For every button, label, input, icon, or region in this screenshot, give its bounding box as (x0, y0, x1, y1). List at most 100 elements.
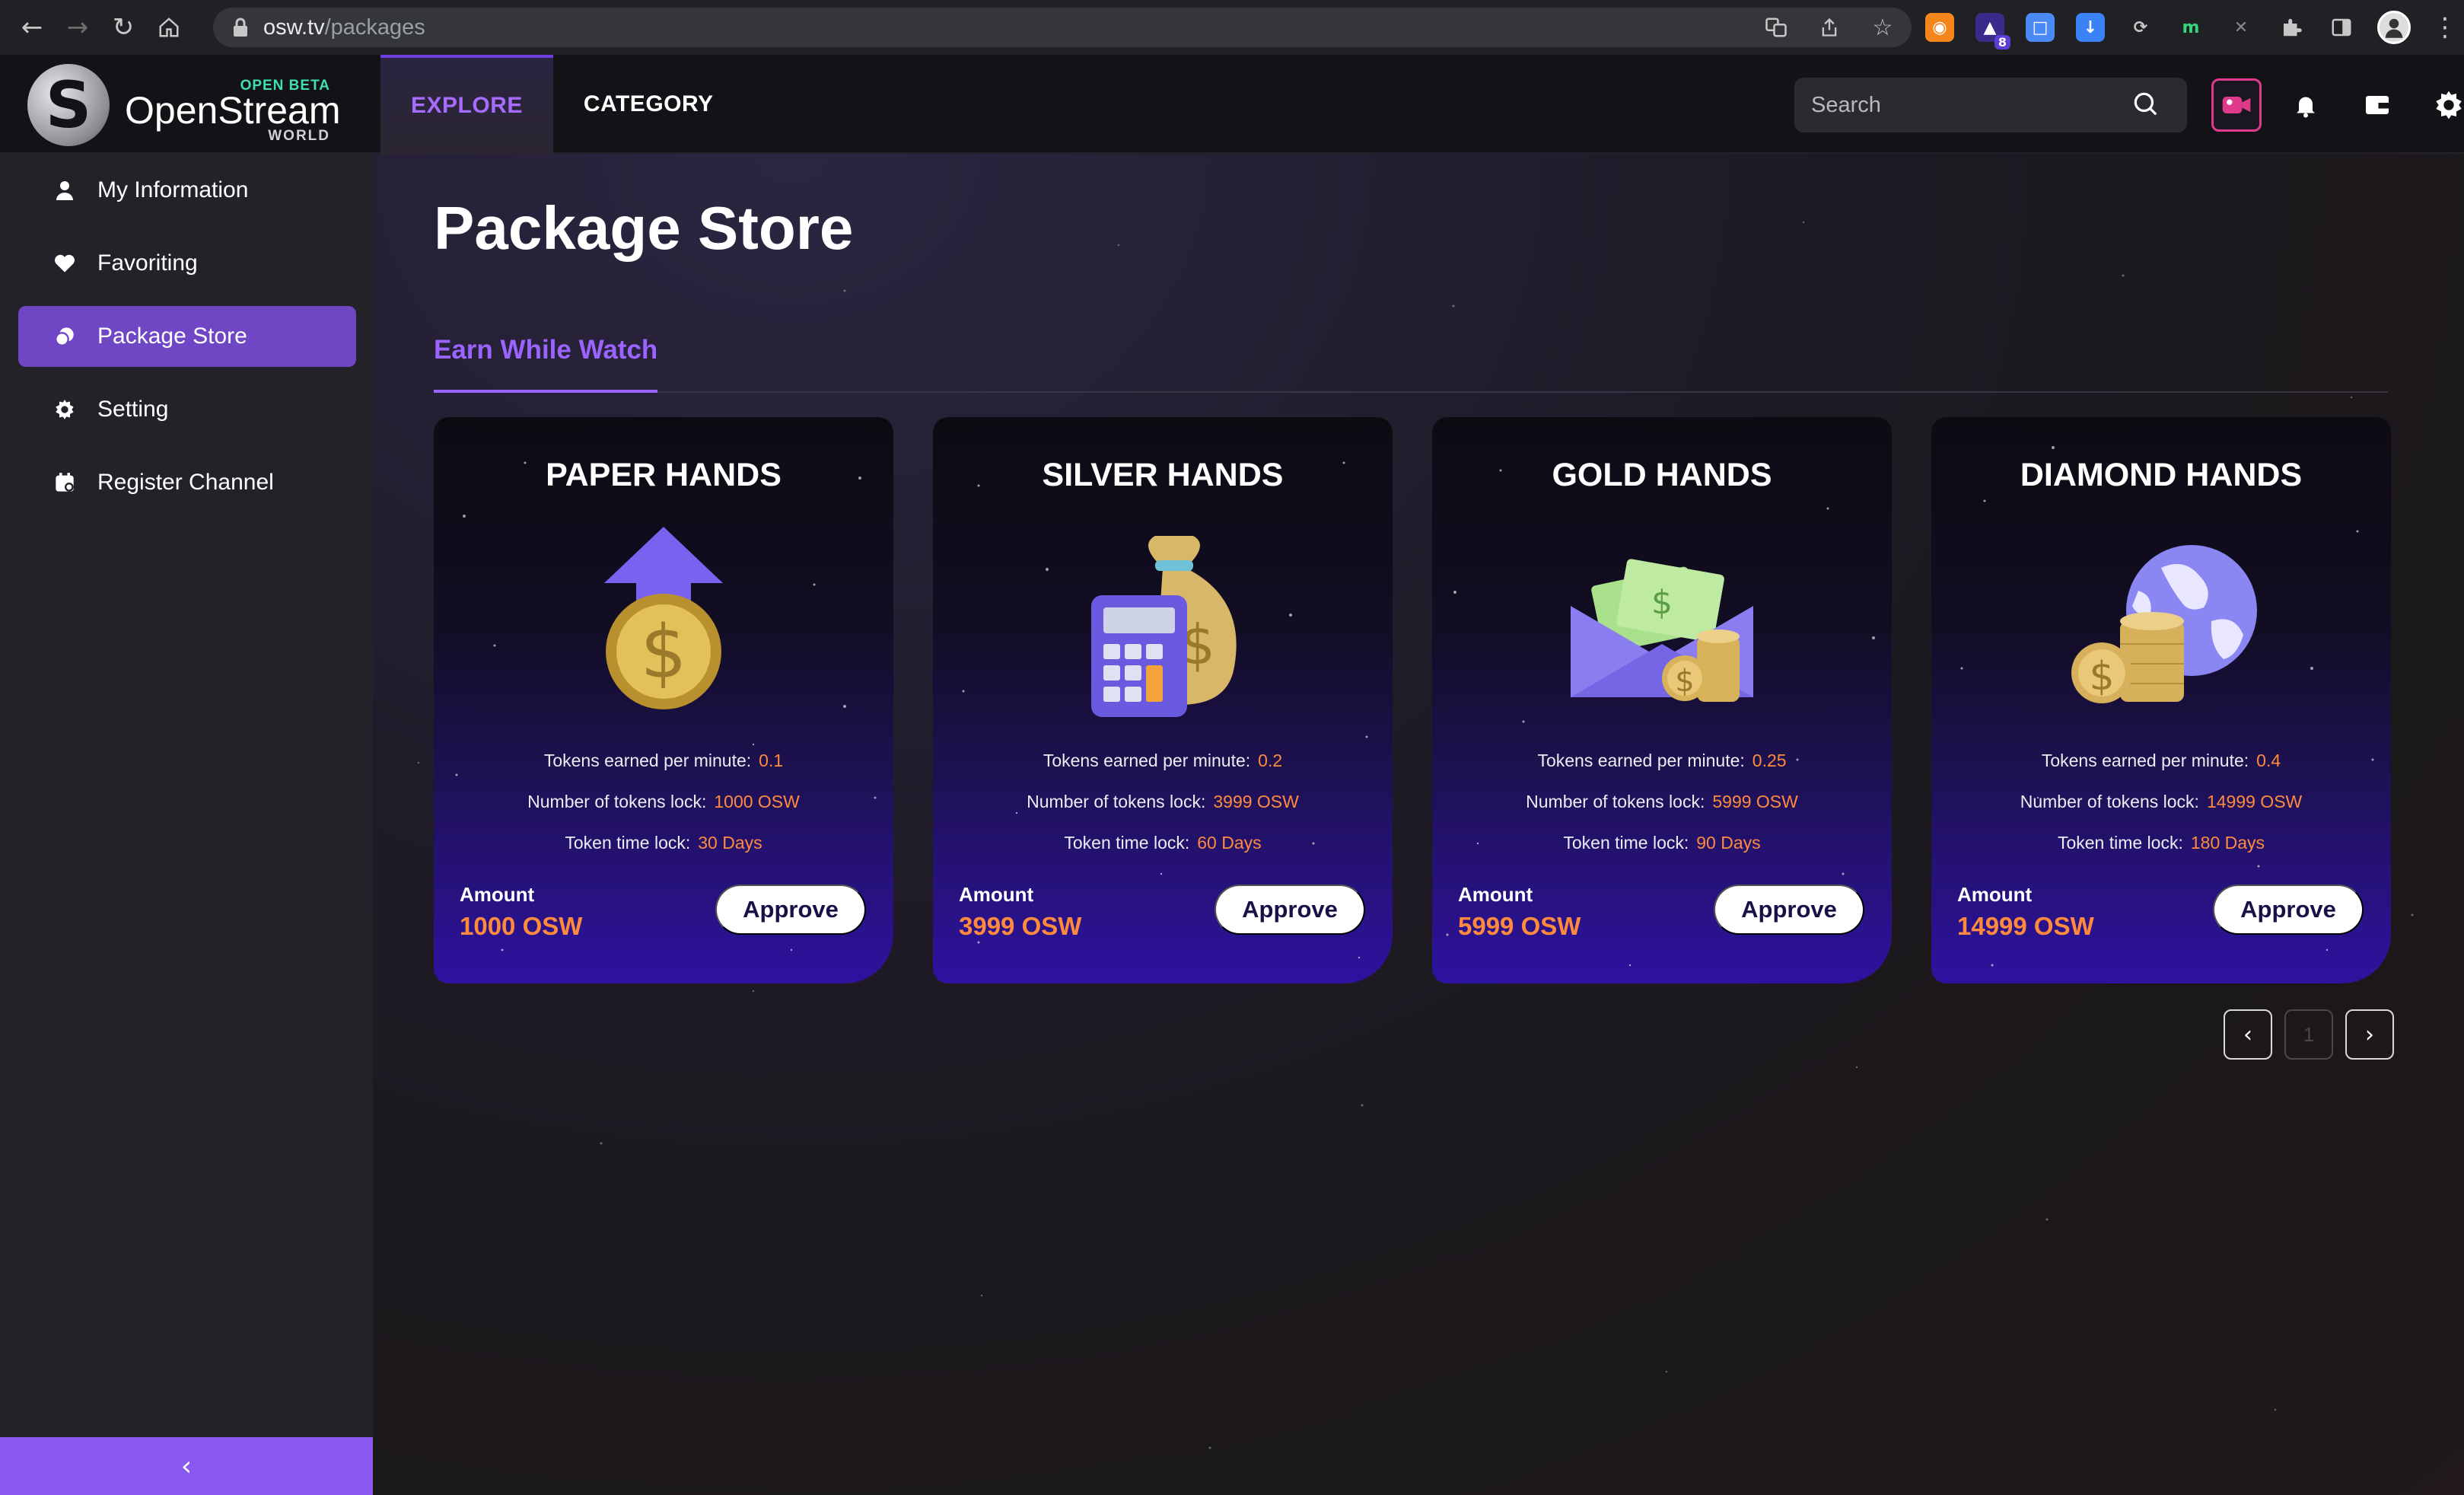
sidebar-item-favoriting[interactable]: Favoriting (18, 233, 356, 294)
approve-button[interactable]: Approve (715, 885, 866, 935)
translate-icon[interactable] (1762, 14, 1790, 41)
svg-text:$: $ (640, 610, 686, 695)
sidebar-item-my-information[interactable]: My Information (18, 160, 356, 221)
app-header: S OPEN BETA OpenStream WORLD EXPLORE CAT… (0, 55, 2464, 154)
reload-icon[interactable]: ↻ (102, 6, 145, 49)
stat-label: Number of tokens lock: (2020, 792, 2199, 811)
stat-label: Number of tokens lock: (527, 792, 707, 811)
approve-button[interactable]: Approve (1214, 885, 1365, 935)
share-icon[interactable] (1816, 14, 1843, 41)
sidebar-item-label: Package Store (97, 324, 247, 349)
heart-icon (53, 253, 76, 273)
openstream-logo[interactable]: S OPEN BETA OpenStream WORLD (27, 64, 340, 146)
stat-label: Token time lock: (2057, 833, 2183, 853)
go-live-button[interactable] (2211, 78, 2262, 132)
amount-value: 1000 OSW (460, 912, 583, 940)
package-name: PAPER HANDS (546, 457, 782, 493)
address-bar[interactable]: osw.tv/packages ☆ (213, 8, 1912, 47)
main-content: Package Store Earn While Watch PAPER HAN… (373, 154, 2464, 1495)
side-panel-icon[interactable] (2327, 13, 2356, 42)
stat-tokens-per-minute: Tokens earned per minute: 0.4 (1931, 751, 2391, 771)
chevron-left-icon: ‹ (180, 1450, 193, 1482)
back-icon[interactable]: ← (11, 6, 53, 49)
search-input[interactable] (1811, 92, 2131, 118)
next-page-button[interactable]: › (2345, 1009, 2394, 1060)
stat-label: Token time lock: (1064, 833, 1190, 853)
user-icon (53, 180, 76, 201)
dollar-coin-arrow-icon: $ (604, 527, 723, 709)
video-camera-icon (2222, 97, 2251, 113)
home-icon[interactable] (148, 6, 190, 49)
lock-icon[interactable] (230, 17, 251, 38)
tab-earn-while-watch[interactable]: Earn While Watch (434, 329, 658, 393)
url-host: osw.tv (263, 14, 325, 40)
puzzle-extensions-icon[interactable] (2277, 13, 2306, 42)
package-card-silver-hands: SILVER HANDS $ Tokens earned per minute:… (933, 417, 1393, 983)
refresh-extension-icon[interactable]: ⟳ (2126, 13, 2155, 42)
wizard-extension-icon[interactable]: ▲ 8 (1975, 13, 2010, 49)
profile-avatar-icon[interactable] (2377, 11, 2411, 44)
svg-text:$: $ (2089, 654, 2114, 700)
forward-icon[interactable]: → (56, 6, 99, 49)
bookmark-star-icon[interactable]: ☆ (1869, 14, 1896, 41)
pagination: ‹ 1 › (2224, 1009, 2394, 1060)
package-name: SILVER HANDS (1042, 457, 1284, 493)
package-name: DIAMOND HANDS (2020, 457, 2303, 493)
amount-value: 14999 OSW (1957, 912, 2094, 940)
stat-value: 90 Days (1696, 833, 1761, 853)
sidebar-item-register-channel[interactable]: Register Channel (18, 452, 356, 513)
amount-label: Amount (460, 883, 535, 906)
settings-gear-icon[interactable] (2421, 78, 2464, 132)
logo-subtitle: WORLD (268, 128, 330, 144)
svg-text:$: $ (1675, 664, 1694, 699)
stat-time-lock: Token time lock: 30 Days (434, 833, 893, 853)
stat-value: 0.25 (1752, 751, 1787, 770)
current-page[interactable]: 1 (2284, 1009, 2333, 1060)
tab-category[interactable]: CATEGORY (553, 55, 744, 154)
stat-time-lock: Token time lock: 60 Days (933, 833, 1393, 853)
sidebar-item-package-store[interactable]: Package Store (18, 306, 356, 367)
stat-label: Number of tokens lock: (1526, 792, 1705, 811)
stat-tokens-per-minute: Tokens earned per minute: 0.2 (933, 751, 1393, 771)
package-icon (53, 326, 76, 347)
url-path: /packages (324, 14, 425, 40)
stat-value: 5999 OSW (1712, 792, 1798, 811)
stat-label: Tokens earned per minute: (1043, 751, 1251, 770)
approve-button[interactable]: Approve (2213, 885, 2364, 935)
package-card-gold-hands: GOLD HANDS $ $ Tokens earned per minute:… (1432, 417, 1892, 983)
package-cards: PAPER HANDS $ Tokens earned per minute: 0… (434, 417, 2391, 983)
package-tabs: Earn While Watch (434, 329, 2388, 393)
url-text[interactable]: osw.tv/packages (263, 15, 425, 40)
document-extension-icon[interactable]: □ (2026, 13, 2055, 42)
download-extension-icon[interactable]: ↓ (2076, 13, 2105, 42)
notification-bell-icon[interactable] (2278, 78, 2333, 132)
sidebar-collapse-button[interactable]: ‹ (0, 1437, 373, 1495)
approve-button[interactable]: Approve (1714, 885, 1864, 935)
globe-coins-icon: $ (2071, 545, 2257, 703)
stat-tokens-lock: Number of tokens lock: 3999 OSW (933, 792, 1393, 812)
wallet-icon[interactable] (2350, 78, 2405, 132)
sidebar-item-setting[interactable]: Setting (18, 379, 356, 440)
stat-value: 0.1 (759, 751, 784, 770)
envelope-cash-icon: $ $ (1571, 559, 1753, 702)
sidebar-item-label: Favoriting (97, 250, 198, 276)
sidebar-item-label: Setting (97, 397, 169, 422)
pin-extension-icon[interactable]: ✕ (2227, 13, 2255, 42)
sidebar-item-label: My Information (97, 177, 249, 202)
stat-value: 30 Days (698, 833, 762, 853)
stat-tokens-per-minute: Tokens earned per minute: 0.1 (434, 751, 893, 771)
stat-tokens-lock: Number of tokens lock: 5999 OSW (1432, 792, 1892, 812)
stat-value: 0.4 (2256, 751, 2281, 770)
prev-page-button[interactable]: ‹ (2224, 1009, 2272, 1060)
extension-badge: 8 (1994, 35, 2010, 49)
search-box (1794, 78, 2187, 132)
stat-value: 0.2 (1258, 751, 1283, 770)
stat-value: 3999 OSW (1213, 792, 1299, 811)
tab-explore[interactable]: EXPLORE (380, 55, 553, 154)
metamask-extension-icon[interactable]: ◉ (1925, 13, 1954, 42)
m-extension-icon[interactable]: m (2176, 13, 2205, 42)
amount-label: Amount (1458, 883, 1533, 906)
browser-menu-icon[interactable]: ⋮ (2432, 12, 2458, 43)
search-icon[interactable] (2131, 89, 2160, 122)
stat-time-lock: Token time lock: 90 Days (1432, 833, 1892, 853)
